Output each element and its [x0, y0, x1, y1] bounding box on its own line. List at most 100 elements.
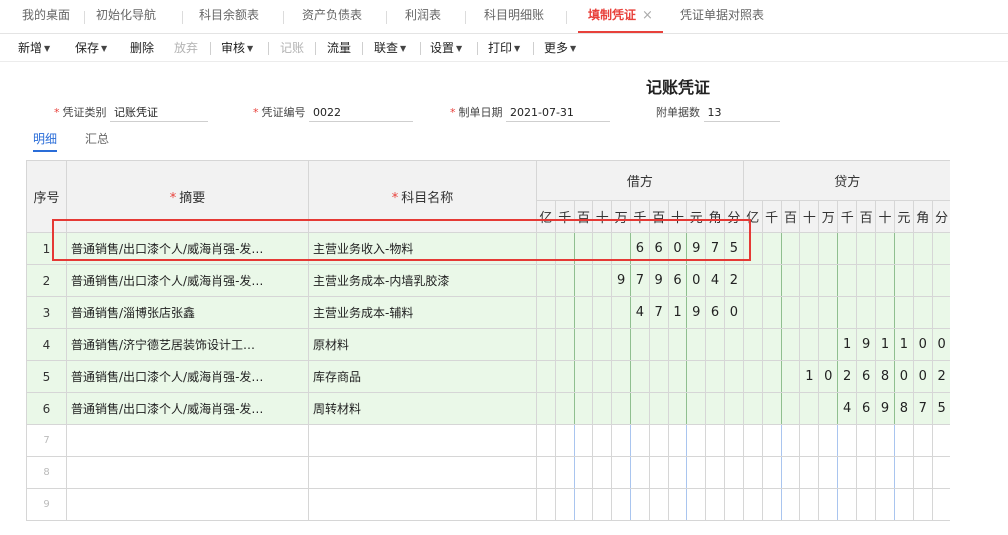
credit-digit-cell[interactable]	[893, 264, 914, 297]
credit-digit-cell[interactable]	[818, 232, 839, 265]
account-cell[interactable]: 主营业务成本-内墙乳胶漆	[308, 264, 537, 297]
credit-digit-cell[interactable]	[761, 424, 782, 457]
debit-digit-cell[interactable]	[611, 232, 631, 265]
credit-digit-cell[interactable]	[780, 232, 801, 265]
credit-digit-cell[interactable]	[837, 264, 858, 297]
debit-digit-cell[interactable]	[686, 328, 707, 361]
tab-init-navigation[interactable]: 初始化导航	[96, 0, 156, 33]
credit-digit-cell[interactable]	[799, 296, 820, 329]
debit-digit-cell[interactable]	[573, 360, 594, 393]
summary-cell[interactable]: 普通销售/济宁德艺居装饰设计工…	[66, 328, 309, 361]
debit-digit-cell[interactable]	[573, 328, 594, 361]
account-cell[interactable]	[308, 488, 537, 521]
credit-digit-cell[interactable]	[837, 456, 858, 489]
credit-digit-cell[interactable]: 0	[912, 328, 933, 361]
credit-digit-cell[interactable]	[780, 264, 801, 297]
credit-digit-cell[interactable]	[912, 488, 933, 521]
summary-cell[interactable]	[66, 424, 309, 457]
debit-digit-cell[interactable]: 1	[667, 296, 688, 329]
debit-digit-cell[interactable]: 7	[705, 232, 725, 265]
credit-digit-cell[interactable]	[799, 488, 820, 521]
debit-digit-cell[interactable]	[629, 456, 650, 489]
table-row[interactable]: 8	[26, 456, 950, 489]
account-cell[interactable]: 主营业务成本-辅料	[308, 296, 537, 329]
save-button[interactable]: 保存 ▼	[75, 34, 107, 62]
debit-digit-cell[interactable]	[554, 488, 575, 521]
close-icon[interactable]: ×	[642, 8, 653, 23]
credit-digit-cell[interactable]	[761, 232, 782, 265]
debit-digit-cell[interactable]	[554, 424, 575, 457]
credit-digit-cell[interactable]	[893, 424, 914, 457]
tab-balance-sheet[interactable]: 资产负债表	[302, 0, 362, 33]
table-row[interactable]: 5 普通销售/出口漆个人/威海肖强-发… 库存商品 1 0 2 6 8 0 0 2	[26, 360, 950, 393]
credit-digit-cell[interactable]	[780, 296, 801, 329]
debit-digit-cell[interactable]	[629, 488, 650, 521]
table-row[interactable]: 6 普通销售/出口漆个人/威海肖强-发… 周转材料 4 6 9 8 7 5	[26, 392, 950, 425]
debit-digit-cell[interactable]	[611, 392, 631, 425]
debit-digit-cell[interactable]	[629, 424, 650, 457]
credit-digit-cell[interactable]	[742, 360, 763, 393]
credit-digit-cell[interactable]	[856, 296, 877, 329]
summary-cell[interactable]: 普通销售/出口漆个人/威海肖强-发…	[66, 232, 309, 265]
summary-cell[interactable]	[66, 456, 309, 489]
debit-digit-cell[interactable]	[536, 328, 556, 361]
debit-digit-cell[interactable]: 6	[705, 296, 725, 329]
credit-digit-cell[interactable]	[912, 264, 933, 297]
tab-income-statement[interactable]: 利润表	[405, 0, 441, 33]
debit-digit-cell[interactable]	[705, 328, 725, 361]
summary-cell[interactable]: 普通销售/出口漆个人/威海肖强-发…	[66, 392, 309, 425]
tab-voucher-doc-compare[interactable]: 凭证单据对照表	[680, 0, 764, 33]
tab-account-detail[interactable]: 科目明细账	[484, 0, 544, 33]
credit-digit-cell[interactable]: 8	[893, 392, 914, 425]
credit-digit-cell[interactable]	[780, 360, 801, 393]
debit-digit-cell[interactable]	[592, 328, 613, 361]
credit-digit-cell[interactable]: 2	[931, 360, 950, 393]
credit-digit-cell[interactable]	[780, 456, 801, 489]
credit-digit-cell[interactable]: 1	[893, 328, 914, 361]
account-cell[interactable]: 原材料	[308, 328, 537, 361]
credit-digit-cell[interactable]	[742, 488, 763, 521]
debit-digit-cell[interactable]	[723, 488, 744, 521]
debit-digit-cell[interactable]	[573, 392, 594, 425]
debit-digit-cell[interactable]	[554, 232, 575, 265]
credit-digit-cell[interactable]	[742, 424, 763, 457]
print-button[interactable]: 打印 ▼	[488, 34, 520, 62]
debit-digit-cell[interactable]	[592, 488, 613, 521]
account-cell[interactable]: 周转材料	[308, 392, 537, 425]
debit-digit-cell[interactable]	[554, 456, 575, 489]
debit-digit-cell[interactable]	[667, 456, 688, 489]
credit-digit-cell[interactable]: 1	[875, 328, 895, 361]
credit-digit-cell[interactable]	[818, 328, 839, 361]
credit-digit-cell[interactable]	[799, 328, 820, 361]
debit-digit-cell[interactable]	[723, 328, 744, 361]
debit-digit-cell[interactable]: 0	[723, 296, 744, 329]
post-button[interactable]: 记账	[280, 34, 304, 62]
debit-digit-cell[interactable]: 0	[686, 264, 707, 297]
debit-digit-cell[interactable]	[592, 424, 613, 457]
credit-digit-cell[interactable]	[893, 232, 914, 265]
debit-digit-cell[interactable]	[611, 360, 631, 393]
debit-digit-cell[interactable]	[554, 328, 575, 361]
debit-digit-cell[interactable]	[705, 456, 725, 489]
credit-digit-cell[interactable]	[837, 232, 858, 265]
debit-digit-cell[interactable]	[592, 264, 613, 297]
tab-fill-voucher[interactable]: 填制凭证 ×	[578, 0, 663, 33]
credit-digit-cell[interactable]	[856, 232, 877, 265]
debit-digit-cell[interactable]	[629, 392, 650, 425]
debit-digit-cell[interactable]	[536, 424, 556, 457]
credit-digit-cell[interactable]	[761, 456, 782, 489]
credit-digit-cell[interactable]	[893, 296, 914, 329]
table-row[interactable]: 1 普通销售/出口漆个人/威海肖强-发… 主营业务收入-物料 6 6 0 9 7 5	[26, 232, 950, 265]
credit-digit-cell[interactable]	[780, 392, 801, 425]
account-cell[interactable]: 库存商品	[308, 360, 537, 393]
credit-digit-cell[interactable]	[875, 456, 895, 489]
credit-digit-cell[interactable]	[780, 424, 801, 457]
debit-digit-cell[interactable]	[648, 456, 669, 489]
tab-my-desktop[interactable]: 我的桌面	[22, 0, 70, 33]
debit-digit-cell[interactable]: 5	[723, 232, 744, 265]
credit-digit-cell[interactable]	[875, 232, 895, 265]
debit-digit-cell[interactable]	[573, 296, 594, 329]
debit-digit-cell[interactable]	[667, 488, 688, 521]
debit-digit-cell[interactable]	[648, 360, 669, 393]
credit-digit-cell[interactable]	[931, 232, 950, 265]
